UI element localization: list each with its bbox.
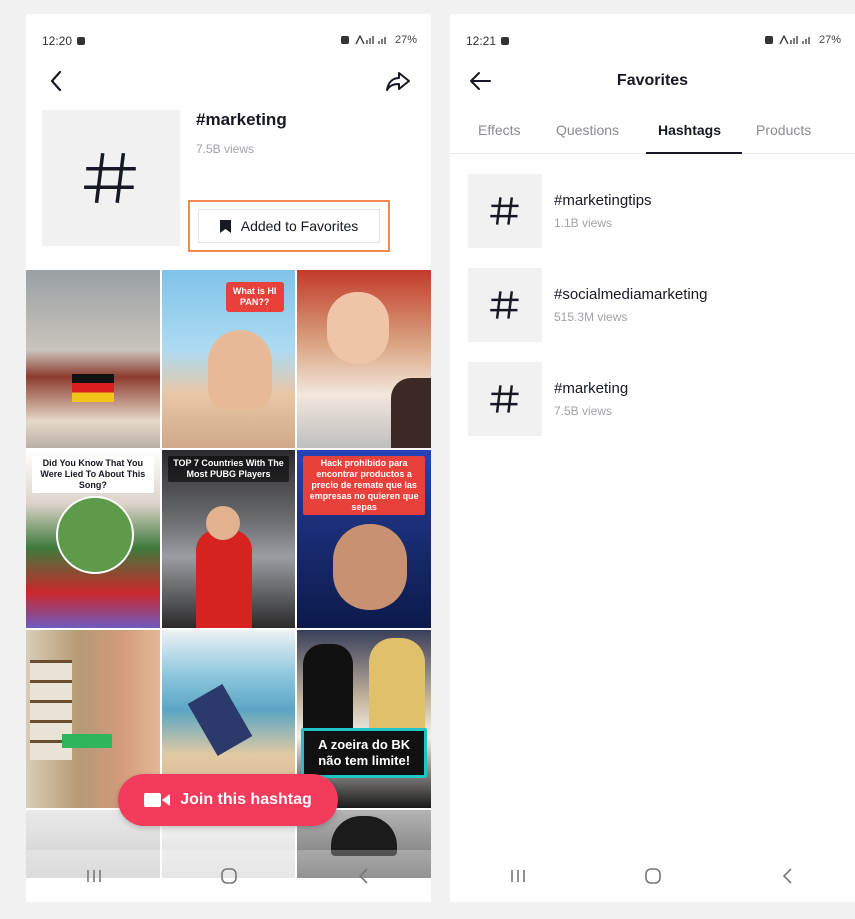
- gallery-icon: [77, 37, 86, 45]
- alarm-icon: [764, 36, 773, 44]
- status-bar: 12:21 27%: [450, 14, 855, 66]
- favorite-hashtag-item[interactable]: #marketing 7.5B views: [468, 362, 838, 436]
- tab-effects[interactable]: Effects: [478, 122, 521, 138]
- video-thumbnail[interactable]: Hack prohibido para encontrar productos …: [297, 450, 431, 628]
- hashtag-views: 515.3M views: [554, 310, 628, 324]
- alarm-icon: [340, 36, 349, 44]
- hashtag-name: #marketingtips: [554, 192, 652, 209]
- share-arrow-icon[interactable]: [384, 68, 412, 94]
- hashtag-title: #marketing: [196, 110, 287, 129]
- recents-icon[interactable]: [505, 865, 531, 887]
- video-camera-icon: [144, 793, 171, 807]
- hashtag-icon: [490, 385, 519, 413]
- battery-level: 27%: [818, 34, 841, 46]
- hashtag-icon: [490, 291, 519, 319]
- status-time: 12:20: [42, 34, 73, 48]
- video-thumbnail[interactable]: Did You Know That You Were Lied To About…: [26, 450, 160, 628]
- recents-icon[interactable]: [81, 865, 107, 887]
- home-icon[interactable]: [640, 865, 666, 887]
- hashtag-cover: [42, 110, 180, 246]
- tab-products[interactable]: Products: [756, 122, 811, 138]
- hashtag-name: #marketing: [554, 380, 629, 397]
- favorite-button-label: Added to Favorites: [240, 218, 359, 234]
- video-caption: Did You Know That You Were Lied To About…: [32, 456, 154, 493]
- system-navigation-bar: [450, 850, 855, 902]
- hashtag-detail-screen: 12:20 27% #marketing 7.5B views Added to…: [26, 14, 431, 902]
- join-hashtag-label: Join this hashtag: [180, 791, 312, 808]
- favorite-hashtag-item[interactable]: #socialmediamarketing 515.3M views: [468, 268, 838, 342]
- favorite-hashtag-item[interactable]: #marketingtips 1.1B views: [468, 174, 838, 248]
- status-bar: 12:20 27%: [26, 14, 431, 66]
- video-caption: What is HI PAN??: [225, 282, 284, 312]
- system-back-icon[interactable]: [351, 865, 377, 887]
- join-hashtag-button[interactable]: Join this hashtag: [118, 774, 338, 826]
- bookmark-icon: [219, 219, 231, 233]
- hashtag-name: #socialmediamarketing: [554, 286, 708, 303]
- battery-level: 27%: [394, 34, 417, 46]
- hashtag-views: 7.5B views: [554, 404, 613, 418]
- signal-icon: [779, 35, 810, 45]
- video-thumbnail[interactable]: What is HI PAN??: [161, 270, 296, 448]
- video-thumbnail[interactable]: [297, 270, 431, 448]
- favorites-screen: 12:21 27% Favorites Effects Questions Ha…: [450, 14, 855, 902]
- hashtag-views: 7.5B views: [196, 142, 255, 156]
- tab-hashtags[interactable]: Hashtags: [658, 122, 721, 138]
- home-icon[interactable]: [216, 865, 242, 887]
- hashtag-views: 1.1B views: [554, 216, 613, 230]
- video-caption: A zoeira do BK não tem limite!: [301, 728, 427, 778]
- hashtag-icon: [490, 197, 519, 225]
- video-thumbnail[interactable]: TOP 7 Countries With The Most PUBG Playe…: [161, 450, 296, 628]
- video-caption: Hack prohibido para encontrar productos …: [303, 456, 425, 515]
- gallery-icon: [501, 37, 510, 45]
- back-chevron-icon[interactable]: [44, 68, 70, 94]
- system-navigation-bar: [26, 850, 431, 902]
- favorites-tabs: Effects Questions Hashtags Products: [450, 112, 855, 154]
- active-tab-indicator: [646, 152, 742, 154]
- tab-questions[interactable]: Questions: [556, 122, 619, 138]
- video-thumbnail[interactable]: [26, 270, 160, 448]
- video-caption: TOP 7 Countries With The Most PUBG Playe…: [167, 456, 290, 482]
- hashtag-icon: [84, 152, 136, 204]
- status-time: 12:21: [466, 34, 497, 48]
- page-title: Favorites: [616, 72, 689, 89]
- signal-icon: [355, 35, 386, 45]
- system-back-icon[interactable]: [775, 865, 801, 887]
- added-to-favorites-button[interactable]: Added to Favorites: [188, 200, 390, 252]
